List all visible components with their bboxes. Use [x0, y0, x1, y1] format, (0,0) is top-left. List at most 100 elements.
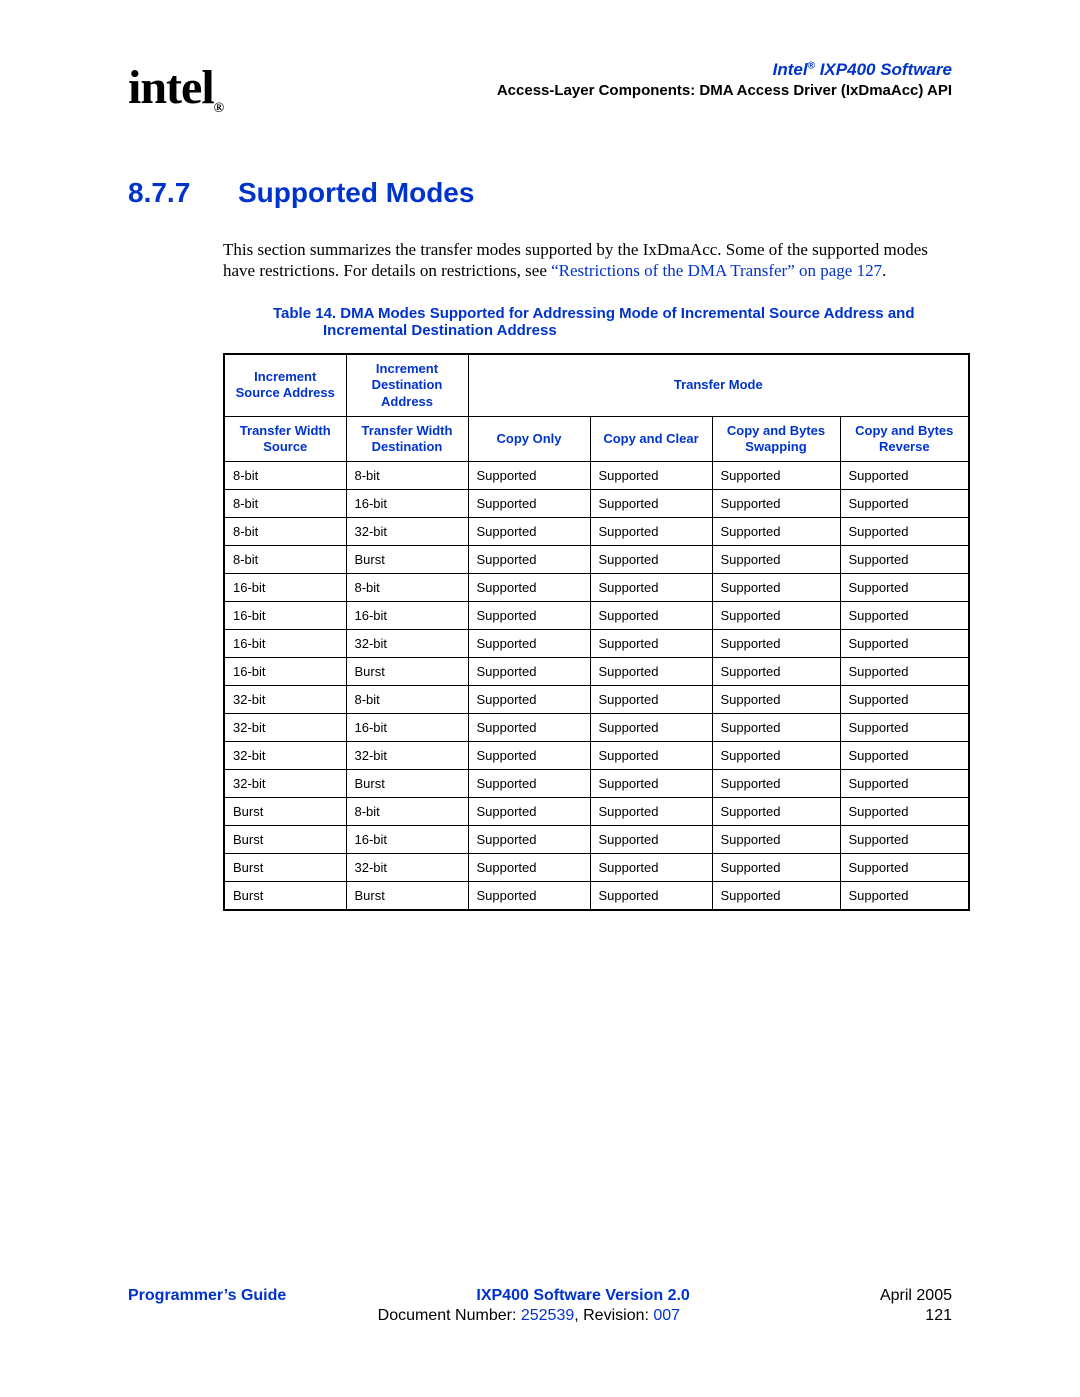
table-row: 16-bit8-bitSupportedSupportedSupportedSu… [224, 574, 969, 602]
table-cell: 16-bit [224, 630, 346, 658]
table-row: 16-bit32-bitSupportedSupportedSupportedS… [224, 630, 969, 658]
table-cell: 16-bit [224, 658, 346, 686]
table-cell: Supported [840, 798, 969, 826]
table-cell: Burst [224, 854, 346, 882]
revision-prefix: , Revision: [574, 1307, 653, 1324]
table-cell: Supported [712, 686, 840, 714]
table-cell: Supported [590, 630, 712, 658]
table-cell: Supported [712, 462, 840, 490]
table-row: 8-bit8-bitSupportedSupportedSupportedSup… [224, 462, 969, 490]
table-cell: Supported [712, 854, 840, 882]
table-wrapper: Increment Source Address Increment Desti… [223, 353, 952, 911]
table-cell: Supported [840, 770, 969, 798]
col-head-tw-source: Transfer Width Source [224, 416, 346, 462]
table-cell: Supported [590, 882, 712, 911]
table-cell: Supported [590, 602, 712, 630]
table-cell: Supported [468, 518, 590, 546]
table-cell: Supported [590, 546, 712, 574]
col-head-transfer-mode: Transfer Mode [468, 354, 969, 416]
table-cell: Supported [712, 546, 840, 574]
table-cell: Supported [468, 602, 590, 630]
cross-reference-link[interactable]: “Restrictions of the DMA Transfer” on pa… [551, 261, 882, 280]
col-head-inc-source: Increment Source Address [224, 354, 346, 416]
table-row: 32-bitBurstSupportedSupportedSupportedSu… [224, 770, 969, 798]
table-row: Burst16-bitSupportedSupportedSupportedSu… [224, 826, 969, 854]
table-cell: Supported [712, 826, 840, 854]
table-cell: Supported [840, 714, 969, 742]
table-cell: Supported [468, 462, 590, 490]
table-cell: Burst [224, 798, 346, 826]
doc-title-prefix: Intel [773, 60, 808, 79]
table-cell: Supported [712, 742, 840, 770]
table-cell: 8-bit [346, 574, 468, 602]
table-cell: Supported [590, 714, 712, 742]
doc-subtitle: Access-Layer Components: DMA Access Driv… [497, 82, 952, 99]
table-cell: Supported [590, 658, 712, 686]
table-cell: Supported [712, 770, 840, 798]
table-cell: 8-bit [346, 462, 468, 490]
table-cell: 32-bit [346, 630, 468, 658]
table-cell: Supported [840, 882, 969, 911]
table-cell: Supported [468, 882, 590, 911]
table-body: 8-bit8-bitSupportedSupportedSupportedSup… [224, 462, 969, 911]
table-cell: Supported [840, 462, 969, 490]
docnum-value: 252539 [521, 1307, 574, 1324]
table-row: 8-bit32-bitSupportedSupportedSupportedSu… [224, 518, 969, 546]
table-row: Burst8-bitSupportedSupportedSupportedSup… [224, 798, 969, 826]
table-cell: Supported [840, 686, 969, 714]
table-cell: 32-bit [224, 686, 346, 714]
table-cell: Supported [840, 518, 969, 546]
table-cell: Supported [468, 770, 590, 798]
table-cell: Supported [590, 742, 712, 770]
table-cell: 32-bit [224, 742, 346, 770]
table-cell: Supported [840, 574, 969, 602]
table-cell: 32-bit [224, 770, 346, 798]
table-row: 8-bit16-bitSupportedSupportedSupportedSu… [224, 490, 969, 518]
table-cell: 32-bit [346, 518, 468, 546]
page-number: 121 [925, 1307, 952, 1325]
table-cell: Supported [590, 490, 712, 518]
table-cell: Supported [712, 490, 840, 518]
table-cell: Supported [712, 882, 840, 911]
table-cell: 8-bit [224, 518, 346, 546]
table-cell: Burst [346, 658, 468, 686]
table-cell: Supported [590, 574, 712, 602]
table-cell: Supported [468, 686, 590, 714]
table-cell: Supported [840, 854, 969, 882]
table-row: Burst32-bitSupportedSupportedSupportedSu… [224, 854, 969, 882]
table-cell: Supported [468, 658, 590, 686]
doc-title-suffix: IXP400 Software [815, 60, 952, 79]
table-cell: Supported [590, 462, 712, 490]
col-head-copy-reverse: Copy and Bytes Reverse [840, 416, 969, 462]
revision-value: 007 [653, 1307, 680, 1324]
table-cell: Supported [468, 742, 590, 770]
table-cell: Supported [590, 686, 712, 714]
table-cell: 16-bit [346, 826, 468, 854]
table-row: 32-bit32-bitSupportedSupportedSupportedS… [224, 742, 969, 770]
registered-mark-icon: ® [808, 60, 815, 71]
footer-center: IXP400 Software Version 2.0 [286, 1287, 880, 1305]
table-cell: Supported [468, 490, 590, 518]
table-cell: Supported [590, 826, 712, 854]
table-cell: 8-bit [224, 490, 346, 518]
table-row: 8-bitBurstSupportedSupportedSupportedSup… [224, 546, 969, 574]
table-cell: Supported [712, 602, 840, 630]
table-cell: 8-bit [224, 462, 346, 490]
table-row: BurstBurstSupportedSupportedSupportedSup… [224, 882, 969, 911]
table-cell: Burst [346, 770, 468, 798]
section-number: 8.7.7 [128, 177, 238, 209]
table-cell: Supported [840, 602, 969, 630]
table-cell: Supported [840, 490, 969, 518]
footer-left: Programmer’s Guide [128, 1287, 286, 1305]
docnum-prefix: Document Number: [378, 1307, 521, 1324]
section-intro-paragraph: This section summarizes the transfer mod… [223, 239, 952, 282]
table-cell: Supported [590, 854, 712, 882]
logo-text: intel [128, 61, 214, 114]
page-header: intel® Intel® IXP400 Software Access-Lay… [128, 60, 952, 119]
table-cell: Supported [840, 826, 969, 854]
table-row: 32-bit8-bitSupportedSupportedSupportedSu… [224, 686, 969, 714]
table-cell: Supported [712, 630, 840, 658]
document-page: intel® Intel® IXP400 Software Access-Lay… [0, 0, 1080, 1397]
col-head-inc-dest: Increment Destination Address [346, 354, 468, 416]
footer-date: April 2005 [880, 1287, 952, 1305]
